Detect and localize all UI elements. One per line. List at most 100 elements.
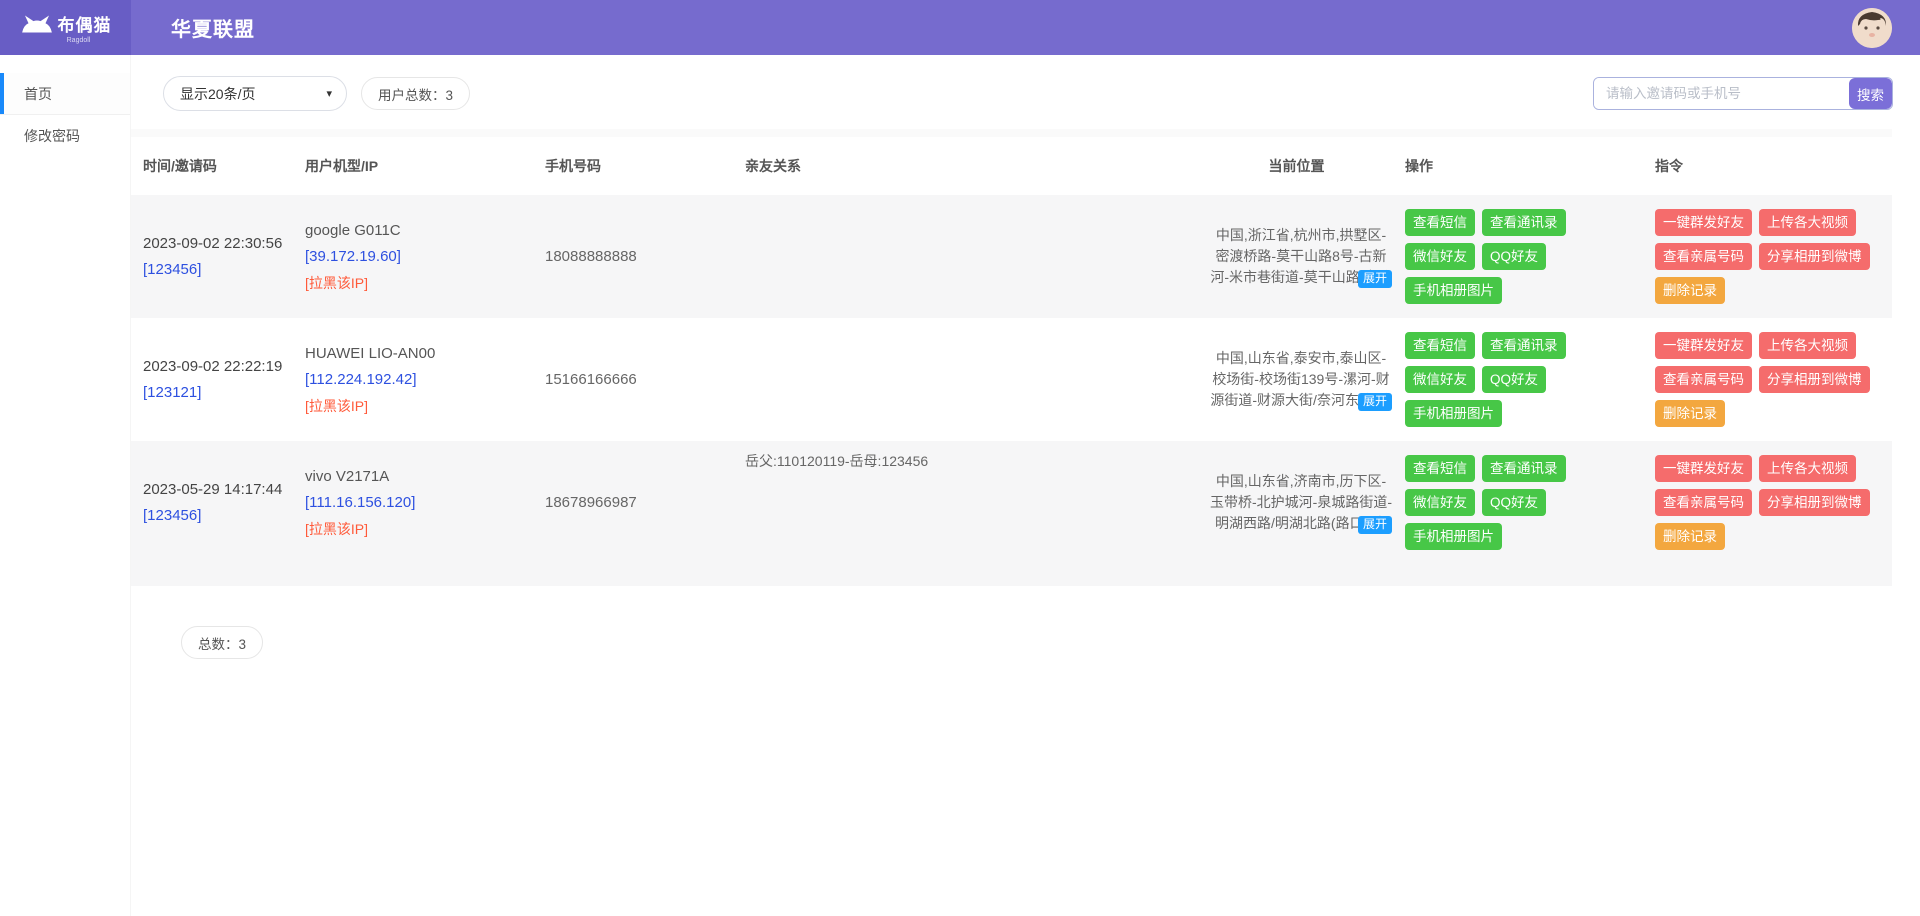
table-row: 2023-05-29 14:17:44 [123456] vivo V2171A… — [131, 441, 1892, 564]
ip-link[interactable]: [112.224.192.42] — [305, 367, 523, 393]
delete-record-button[interactable]: 删除记录 — [1655, 400, 1725, 427]
sidebar-item-change-password[interactable]: 修改密码 — [0, 115, 130, 157]
search-button[interactable]: 搜索 — [1849, 78, 1892, 109]
phone-number: 18088888888 — [545, 248, 637, 265]
ip-link[interactable]: [111.16.156.120] — [305, 490, 523, 516]
view-contacts-button[interactable]: 查看通讯录 — [1482, 209, 1566, 236]
commands-group: 一键群发好友 上传各大视频 查看亲属号码 分享相册到微博 删除记录 — [1655, 455, 1893, 550]
logo-subtitle: Ragdoll — [67, 37, 91, 44]
location-text: 中国,浙江省,杭州市,拱墅区-密渡桥路-莫干山路8号-古新河-米市巷街道-莫干山… — [1210, 225, 1392, 288]
phone-album-button[interactable]: 手机相册图片 — [1405, 400, 1502, 427]
expand-location-button[interactable]: 展开 — [1358, 270, 1392, 288]
operations-group: 查看短信 查看通讯录 微信好友 QQ好友 手机相册图片 — [1405, 332, 1640, 427]
view-contacts-button[interactable]: 查看通讯录 — [1482, 332, 1566, 359]
row-time: 2023-09-02 22:30:56 — [143, 231, 283, 257]
invite-code-link[interactable]: [123456] — [143, 257, 283, 283]
topbar: 布偶猫 Ragdoll 华夏联盟 — [0, 0, 1920, 55]
upload-videos-button[interactable]: 上传各大视频 — [1759, 455, 1856, 482]
invite-code-link[interactable]: [123121] — [143, 380, 283, 406]
col-location: 当前位置 — [1198, 133, 1393, 195]
view-relatives-button[interactable]: 查看亲属号码 — [1655, 366, 1752, 393]
expand-location-button[interactable]: 展开 — [1358, 393, 1392, 411]
ip-link[interactable]: [39.172.19.60] — [305, 244, 523, 270]
operations-group: 查看短信 查看通讯录 微信好友 QQ好友 手机相册图片 — [1405, 209, 1640, 304]
view-sms-button[interactable]: 查看短信 — [1405, 209, 1475, 236]
logo-title: 布偶猫 — [58, 11, 112, 36]
table-header-row: 时间/邀请码 用户机型/IP 手机号码 亲友关系 当前位置 操作 指令 — [131, 133, 1892, 195]
view-sms-button[interactable]: 查看短信 — [1405, 455, 1475, 482]
relation-text: 岳父:110120119-岳母:123456 — [745, 453, 928, 469]
sidebar-item-label: 修改密码 — [24, 126, 80, 146]
device-model: google G011C — [305, 218, 523, 244]
commands-group: 一键群发好友 上传各大视频 查看亲属号码 分享相册到微博 删除记录 — [1655, 332, 1893, 427]
sidebar: 首页 修改密码 — [0, 55, 131, 916]
page-title: 华夏联盟 — [131, 0, 255, 55]
upload-videos-button[interactable]: 上传各大视频 — [1759, 209, 1856, 236]
share-album-weibo-button[interactable]: 分享相册到微博 — [1759, 243, 1870, 270]
phone-number: 18678966987 — [545, 494, 637, 511]
blacklist-ip-link[interactable]: [拉黑该IP] — [305, 393, 523, 419]
user-total-text: 用户总数：3 — [378, 84, 453, 104]
view-contacts-button[interactable]: 查看通讯录 — [1482, 455, 1566, 482]
logo-block[interactable]: 布偶猫 Ragdoll — [0, 0, 131, 55]
expand-location-button[interactable]: 展开 — [1358, 516, 1392, 534]
main-content: 显示20条/页 ▾ 用户总数：3 搜索 — [131, 55, 1920, 916]
operations-group: 查看短信 查看通讯录 微信好友 QQ好友 手机相册图片 — [1405, 455, 1640, 550]
phone-album-button[interactable]: 手机相册图片 — [1405, 277, 1502, 304]
mass-message-button[interactable]: 一键群发好友 — [1655, 209, 1752, 236]
phone-number: 15166166666 — [545, 371, 637, 388]
table-empty-strip — [131, 564, 1892, 586]
sidebar-item-home[interactable]: 首页 — [0, 73, 130, 115]
col-operations: 操作 — [1393, 133, 1643, 195]
total-text: 总数：3 — [198, 633, 246, 653]
device-model: HUAWEI LIO-AN00 — [305, 341, 523, 367]
chevron-down-icon: ▾ — [326, 87, 332, 100]
col-relation: 亲友关系 — [733, 133, 1198, 195]
mass-message-button[interactable]: 一键群发好友 — [1655, 455, 1752, 482]
col-commands: 指令 — [1643, 133, 1892, 195]
footer: 总数：3 — [131, 586, 1920, 659]
commands-group: 一键群发好友 上传各大视频 查看亲属号码 分享相册到微博 删除记录 — [1655, 209, 1893, 304]
mass-message-button[interactable]: 一键群发好友 — [1655, 332, 1752, 359]
user-avatar[interactable] — [1852, 8, 1892, 48]
share-album-weibo-button[interactable]: 分享相册到微博 — [1759, 366, 1870, 393]
share-album-weibo-button[interactable]: 分享相册到微博 — [1759, 489, 1870, 516]
page-size-value: 显示20条/页 — [180, 84, 255, 104]
phone-album-button[interactable]: 手机相册图片 — [1405, 523, 1502, 550]
search-input[interactable] — [1594, 78, 1849, 109]
search-box: 搜索 — [1593, 77, 1893, 110]
upload-videos-button[interactable]: 上传各大视频 — [1759, 332, 1856, 359]
delete-record-button[interactable]: 删除记录 — [1655, 277, 1725, 304]
blacklist-ip-link[interactable]: [拉黑该IP] — [305, 270, 523, 296]
wechat-friends-button[interactable]: 微信好友 — [1405, 366, 1475, 393]
toolbar: 显示20条/页 ▾ 用户总数：3 搜索 — [131, 55, 1920, 129]
row-time: 2023-05-29 14:17:44 — [143, 477, 283, 503]
page-size-select[interactable]: 显示20条/页 ▾ — [163, 76, 347, 111]
wechat-friends-button[interactable]: 微信好友 — [1405, 489, 1475, 516]
location-text: 中国,山东省,泰安市,泰山区-校场街-校场街139号-漯河-财源街道-财源大街/… — [1210, 348, 1392, 411]
col-time-invite: 时间/邀请码 — [131, 133, 293, 195]
view-relatives-button[interactable]: 查看亲属号码 — [1655, 243, 1752, 270]
location-text: 中国,山东省,济南市,历下区-玉带桥-北护城河-泉城路街道-明湖西路/明湖北路(… — [1210, 471, 1392, 534]
col-device-ip: 用户机型/IP — [293, 133, 533, 195]
user-table: 时间/邀请码 用户机型/IP 手机号码 亲友关系 当前位置 操作 指令 2023… — [131, 129, 1892, 586]
qq-friends-button[interactable]: QQ好友 — [1482, 243, 1546, 270]
delete-record-button[interactable]: 删除记录 — [1655, 523, 1725, 550]
invite-code-link[interactable]: [123456] — [143, 503, 283, 529]
sidebar-item-label: 首页 — [24, 84, 52, 104]
wechat-friends-button[interactable]: 微信好友 — [1405, 243, 1475, 270]
qq-friends-button[interactable]: QQ好友 — [1482, 489, 1546, 516]
cat-logo-icon — [20, 14, 54, 34]
user-table-wrap: 时间/邀请码 用户机型/IP 手机号码 亲友关系 当前位置 操作 指令 2023… — [131, 129, 1920, 586]
row-time: 2023-09-02 22:22:19 — [143, 354, 283, 380]
col-phone: 手机号码 — [533, 133, 733, 195]
table-row: 2023-09-02 22:30:56 [123456] google G011… — [131, 195, 1892, 318]
blacklist-ip-link[interactable]: [拉黑该IP] — [305, 516, 523, 542]
view-sms-button[interactable]: 查看短信 — [1405, 332, 1475, 359]
qq-friends-button[interactable]: QQ好友 — [1482, 366, 1546, 393]
view-relatives-button[interactable]: 查看亲属号码 — [1655, 489, 1752, 516]
user-total-badge: 用户总数：3 — [361, 77, 470, 110]
table-row: 2023-09-02 22:22:19 [123121] HUAWEI LIO-… — [131, 318, 1892, 441]
device-model: vivo V2171A — [305, 464, 523, 490]
total-badge: 总数：3 — [181, 626, 263, 659]
